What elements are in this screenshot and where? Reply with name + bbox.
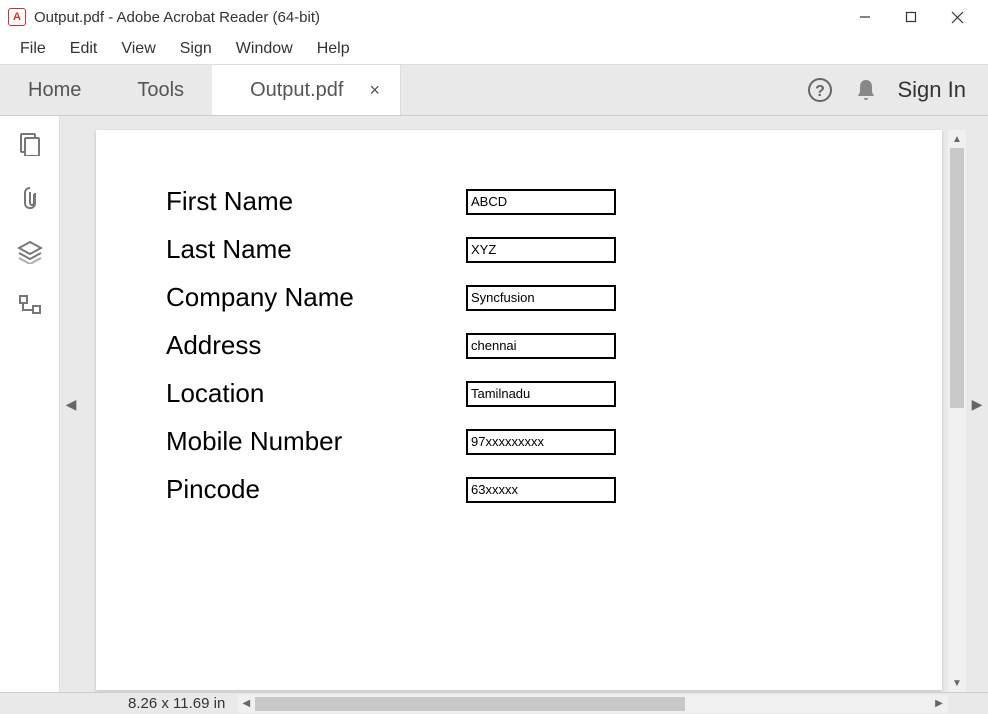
scroll-right-icon[interactable]: ▶ [930, 695, 948, 713]
app-icon: A [8, 8, 26, 26]
horizontal-scroll-thumb[interactable] [255, 697, 685, 711]
label-company: Company Name [166, 282, 466, 313]
field-location[interactable]: Tamilnadu [466, 381, 616, 407]
field-address[interactable]: chennai [466, 333, 616, 359]
menu-edit[interactable]: Edit [58, 36, 110, 62]
tab-tools[interactable]: Tools [109, 65, 212, 115]
statusbar: 8.26 x 11.69 in ◀ ▶ [0, 692, 988, 714]
scroll-up-icon[interactable]: ▲ [948, 130, 966, 148]
titlebar: A Output.pdf - Adobe Acrobat Reader (64-… [0, 0, 988, 34]
bell-icon[interactable] [852, 76, 880, 104]
close-button[interactable] [934, 2, 980, 32]
form-row-last-name: Last Name XYZ [166, 234, 942, 265]
label-address: Address [166, 330, 466, 361]
label-location: Location [166, 378, 466, 409]
scroll-down-icon[interactable]: ▼ [948, 674, 966, 692]
label-first-name: First Name [166, 186, 466, 217]
form-row-first-name: First Name ABCD [166, 186, 942, 217]
scroll-left-icon[interactable]: ◀ [237, 695, 255, 713]
field-company[interactable]: Syncfusion [466, 285, 616, 311]
tab-document[interactable]: Output.pdf × [212, 65, 401, 115]
label-pincode: Pincode [166, 474, 466, 505]
tab-document-label: Output.pdf [250, 79, 343, 102]
attachments-icon[interactable] [16, 184, 44, 212]
field-mobile[interactable]: 97xxxxxxxxx [466, 429, 616, 455]
menu-help[interactable]: Help [305, 36, 362, 62]
vertical-scroll-thumb[interactable] [950, 148, 964, 408]
label-last-name: Last Name [166, 234, 466, 265]
label-mobile: Mobile Number [166, 426, 466, 457]
main: ◀ First Name ABCD Last Name XYZ Company … [0, 116, 988, 692]
menu-sign[interactable]: Sign [168, 36, 224, 62]
right-pane-toggle[interactable]: ▶ [966, 116, 988, 692]
window-title: Output.pdf - Adobe Acrobat Reader (64-bi… [34, 9, 842, 26]
page-dimensions: 8.26 x 11.69 in [128, 695, 225, 712]
page: First Name ABCD Last Name XYZ Company Na… [96, 130, 942, 690]
left-pane-toggle[interactable]: ◀ [60, 116, 82, 692]
menu-file[interactable]: File [8, 36, 58, 62]
form-row-mobile: Mobile Number 97xxxxxxxxx [166, 426, 942, 457]
tab-home[interactable]: Home [0, 65, 109, 115]
minimize-button[interactable] [842, 2, 888, 32]
form-row-location: Location Tamilnadu [166, 378, 942, 409]
vertical-scrollbar[interactable]: ▲ ▼ [948, 130, 966, 692]
help-icon[interactable]: ? [806, 76, 834, 104]
layers-icon[interactable] [16, 238, 44, 266]
toolbar: Home Tools Output.pdf × ? Sign In [0, 64, 988, 116]
menu-window[interactable]: Window [224, 36, 305, 62]
document-viewport: First Name ABCD Last Name XYZ Company Na… [82, 116, 966, 692]
close-tab-icon[interactable]: × [369, 80, 380, 101]
sidebar [0, 116, 60, 692]
thumbnails-icon[interactable] [16, 130, 44, 158]
menubar: File Edit View Sign Window Help [0, 34, 988, 64]
horizontal-scrollbar[interactable]: ◀ ▶ [237, 695, 948, 713]
field-first-name[interactable]: ABCD [466, 189, 616, 215]
form-row-address: Address chennai [166, 330, 942, 361]
structure-icon[interactable] [16, 292, 44, 320]
form-row-company: Company Name Syncfusion [166, 282, 942, 313]
field-last-name[interactable]: XYZ [466, 237, 616, 263]
field-pincode[interactable]: 63xxxxx [466, 477, 616, 503]
signin-button[interactable]: Sign In [898, 77, 967, 103]
svg-text:?: ? [815, 83, 825, 100]
form-row-pincode: Pincode 63xxxxx [166, 474, 942, 505]
menu-view[interactable]: View [109, 36, 167, 62]
maximize-button[interactable] [888, 2, 934, 32]
